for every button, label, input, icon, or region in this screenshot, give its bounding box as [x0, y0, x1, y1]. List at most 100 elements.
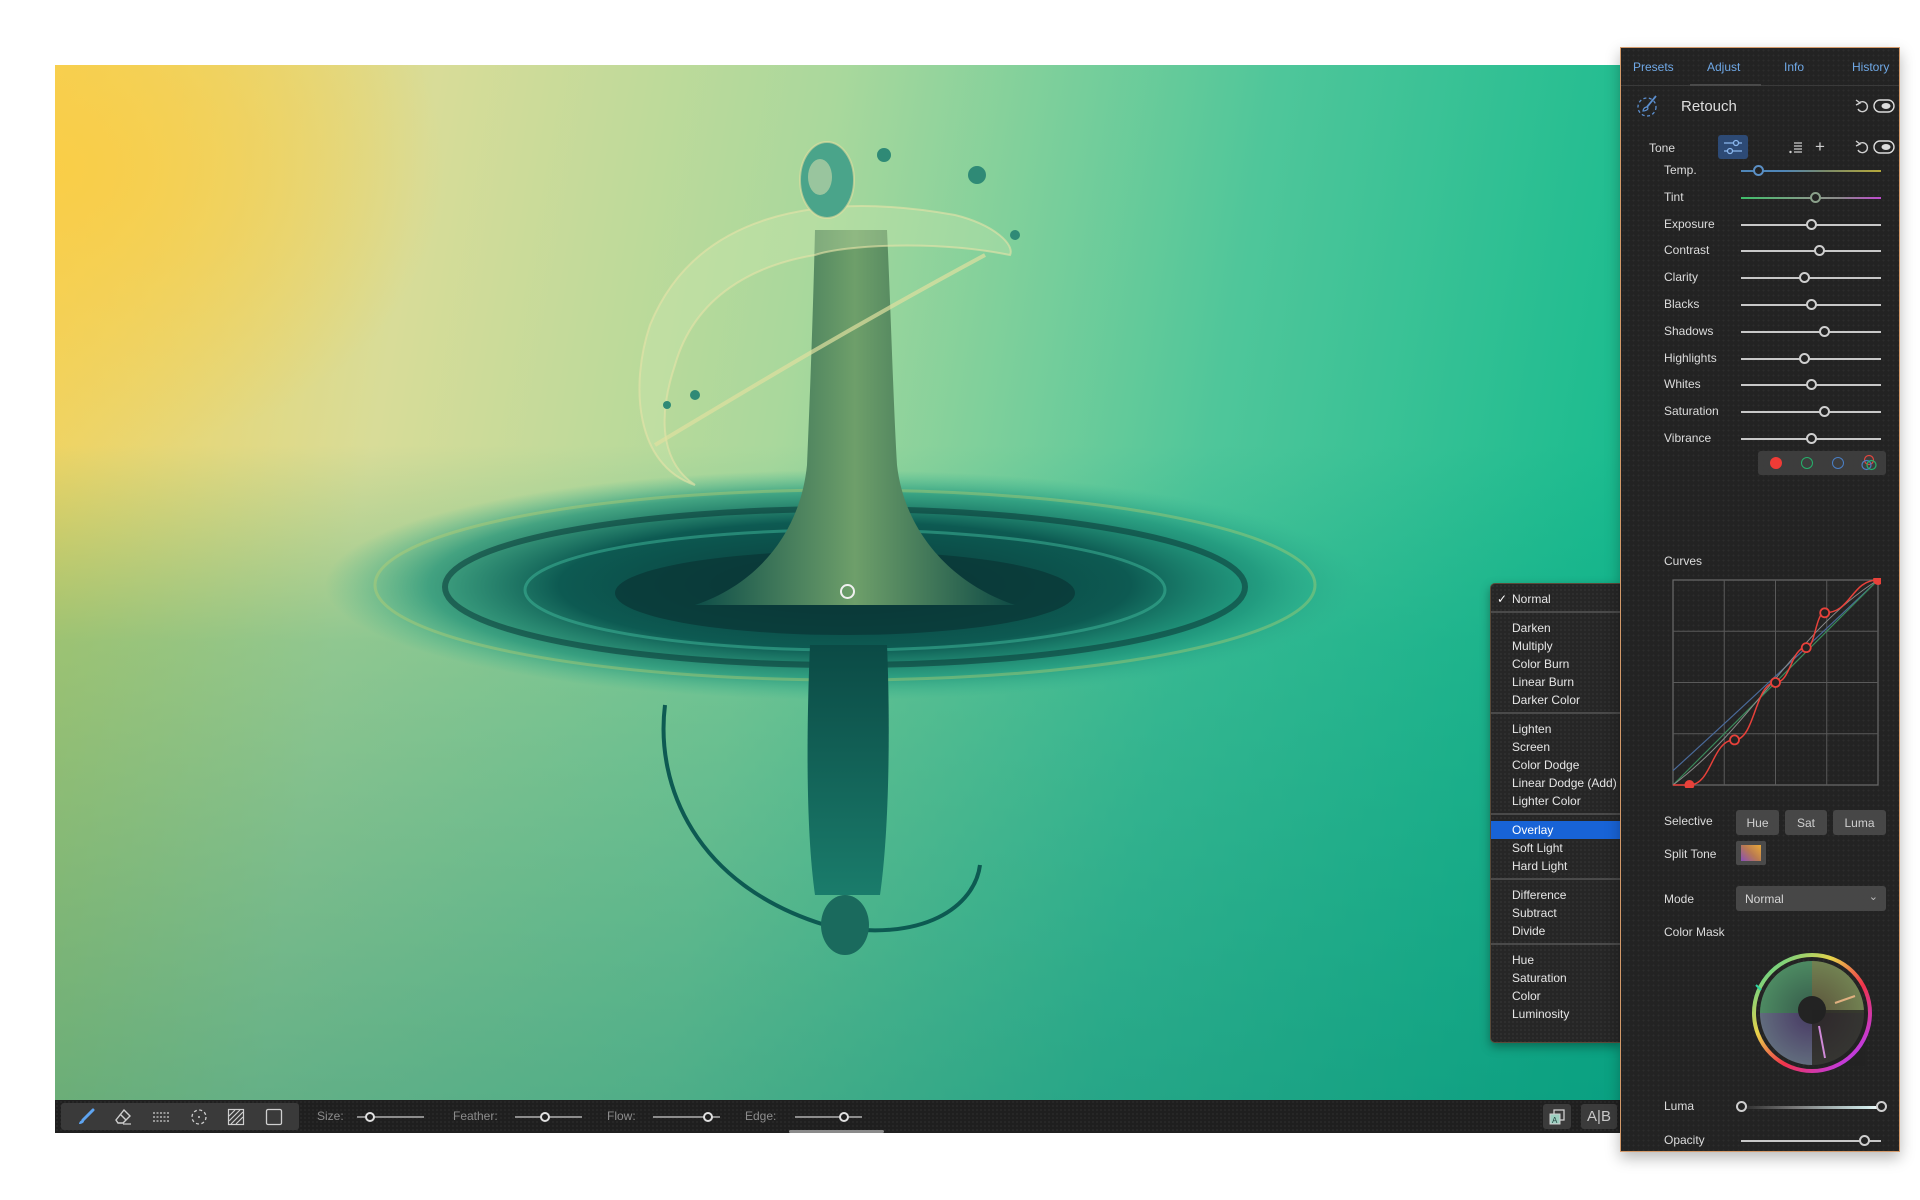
overlay-toggle-button[interactable]: A	[1543, 1104, 1571, 1129]
rgb-channel-icon[interactable]	[1860, 454, 1878, 472]
selective-luma-button[interactable]: Luma	[1833, 810, 1886, 835]
curve-control-point[interactable]	[1819, 607, 1831, 619]
blend-mode-darken[interactable]: Darken	[1491, 619, 1621, 637]
photo-canvas[interactable]	[55, 65, 1620, 1100]
slider-vibrance[interactable]	[1741, 433, 1881, 444]
slider-tint[interactable]	[1741, 191, 1881, 203]
edge-slider-knob[interactable]	[838, 1112, 849, 1122]
tool-group	[61, 1103, 299, 1130]
slider-saturation[interactable]	[1741, 406, 1881, 418]
blend-mode-multiply[interactable]: Multiply	[1491, 637, 1621, 655]
toolbar-scroll-indicator[interactable]	[789, 1130, 884, 1133]
tab-adjust[interactable]: Adjust	[1707, 60, 1740, 74]
reset-tone-button[interactable]	[1854, 139, 1870, 155]
slider-knob[interactable]	[1806, 299, 1817, 310]
feather-slider-knob[interactable]	[540, 1112, 551, 1122]
slider-knob[interactable]	[1818, 406, 1830, 418]
split-tone-swatch[interactable]	[1736, 841, 1766, 865]
luma-min-knob[interactable]	[1736, 1101, 1747, 1112]
blend-mode-menu: ✓ Normal Darken Multiply Color Burn Linear Bu…	[1490, 583, 1621, 1043]
blend-mode-color-dodge[interactable]: Color Dodge	[1491, 756, 1621, 774]
brush-cursor	[840, 584, 855, 599]
color-mask-wheel[interactable]	[1747, 948, 1877, 1078]
blend-mode-saturation[interactable]: Saturation	[1491, 969, 1621, 987]
brush-tool-button[interactable]	[75, 1106, 97, 1128]
tone-visibility-toggle[interactable]	[1873, 139, 1895, 155]
slider-highlights[interactable]	[1741, 352, 1881, 364]
clear-mask-tool-button[interactable]	[263, 1106, 285, 1128]
retouch-visibility-toggle[interactable]	[1873, 98, 1895, 114]
blue-channel-button[interactable]	[1832, 457, 1844, 469]
feather-slider[interactable]	[515, 1112, 582, 1122]
blend-mode-lighter-color[interactable]: Lighter Color	[1491, 792, 1621, 810]
blend-mode-overlay[interactable]: Overlay	[1491, 821, 1621, 839]
slider-knob[interactable]	[1806, 433, 1817, 444]
slider-knob[interactable]	[1818, 325, 1830, 337]
tab-presets[interactable]: Presets	[1633, 60, 1674, 74]
tab-info[interactable]: Info	[1784, 60, 1804, 74]
blend-mode-difference[interactable]: Difference	[1491, 886, 1621, 904]
blend-mode-luminosity[interactable]: Luminosity	[1491, 1005, 1621, 1023]
reset-retouch-button[interactable]	[1854, 98, 1870, 114]
opacity-slider-knob[interactable]	[1859, 1135, 1871, 1146]
slider-label-whites: Whites	[1664, 377, 1701, 392]
slider-knob[interactable]	[1806, 379, 1817, 391]
tab-history[interactable]: History	[1852, 60, 1889, 74]
flow-slider[interactable]	[653, 1112, 720, 1122]
blend-mode-soft-light[interactable]: Soft Light	[1491, 839, 1621, 857]
tone-sliders-button[interactable]	[1718, 135, 1748, 159]
slider-contrast[interactable]	[1741, 245, 1881, 257]
edge-slider[interactable]	[795, 1112, 862, 1122]
green-channel-button[interactable]	[1801, 457, 1813, 469]
slider-whites[interactable]	[1741, 379, 1881, 391]
blend-mode-color[interactable]: Color	[1491, 987, 1621, 1005]
blend-mode-linear-dodge-add[interactable]: Linear Dodge (Add)	[1491, 774, 1621, 792]
slider-knob[interactable]	[1799, 272, 1810, 284]
blend-mode-screen[interactable]: Screen	[1491, 738, 1621, 756]
curve-control-point[interactable]	[1800, 642, 1812, 654]
tone-list-button[interactable]	[1788, 140, 1804, 156]
blend-mode-darker-color[interactable]: Darker Color	[1491, 691, 1621, 709]
size-slider[interactable]	[357, 1112, 424, 1122]
slider-knob[interactable]	[1799, 352, 1810, 364]
curve-control-point[interactable]	[1729, 734, 1740, 746]
curves-graph[interactable]	[1671, 578, 1881, 788]
slider-blacks[interactable]	[1741, 299, 1881, 310]
feather-label: Feather:	[453, 1109, 498, 1123]
slider-label-saturation: Saturation	[1664, 404, 1719, 419]
selective-sat-button[interactable]: Sat	[1785, 810, 1827, 835]
blend-mode-hard-light[interactable]: Hard Light	[1491, 857, 1621, 875]
red-channel-button[interactable]	[1770, 457, 1782, 469]
slider-exposure[interactable]	[1741, 218, 1881, 230]
blend-mode-linear-burn[interactable]: Linear Burn	[1491, 673, 1621, 691]
slider-clarity[interactable]	[1741, 272, 1881, 284]
slider-shadows[interactable]	[1741, 325, 1881, 337]
blend-mode-subtract[interactable]: Subtract	[1491, 904, 1621, 922]
blend-mode-divide[interactable]: Divide	[1491, 922, 1621, 940]
selective-hue-button[interactable]: Hue	[1736, 810, 1779, 835]
slider-knob[interactable]	[1806, 218, 1817, 230]
blend-mode-lighten[interactable]: Lighten	[1491, 720, 1621, 738]
flow-slider-knob[interactable]	[703, 1112, 714, 1122]
curve-endpoint[interactable]	[1684, 780, 1695, 788]
opacity-slider[interactable]	[1741, 1135, 1881, 1146]
add-adjustment-icon[interactable]: +	[1812, 137, 1828, 156]
empty-square-icon	[265, 1108, 283, 1125]
blend-mode-normal[interactable]: Normal	[1491, 590, 1621, 608]
eraser-tool-button[interactable]	[112, 1106, 134, 1128]
luma-max-knob[interactable]	[1876, 1101, 1887, 1112]
fill-tool-button[interactable]	[225, 1106, 247, 1128]
curve-control-point[interactable]	[1770, 677, 1781, 688]
slider-temp[interactable]	[1741, 165, 1881, 176]
luma-range-slider[interactable]	[1736, 1101, 1887, 1112]
before-after-button[interactable]: A|B	[1581, 1104, 1617, 1129]
size-slider-knob[interactable]	[365, 1112, 376, 1122]
mode-select[interactable]: Normal ⌄	[1736, 886, 1886, 911]
blend-mode-color-burn[interactable]: Color Burn	[1491, 655, 1621, 673]
blend-mode-hue[interactable]: Hue	[1491, 951, 1621, 969]
slider-knob[interactable]	[1810, 191, 1822, 203]
slider-knob[interactable]	[1752, 165, 1764, 176]
radial-tool-button[interactable]	[188, 1106, 210, 1128]
linear-gradient-tool-button[interactable]	[150, 1106, 172, 1128]
slider-knob[interactable]	[1814, 245, 1826, 257]
